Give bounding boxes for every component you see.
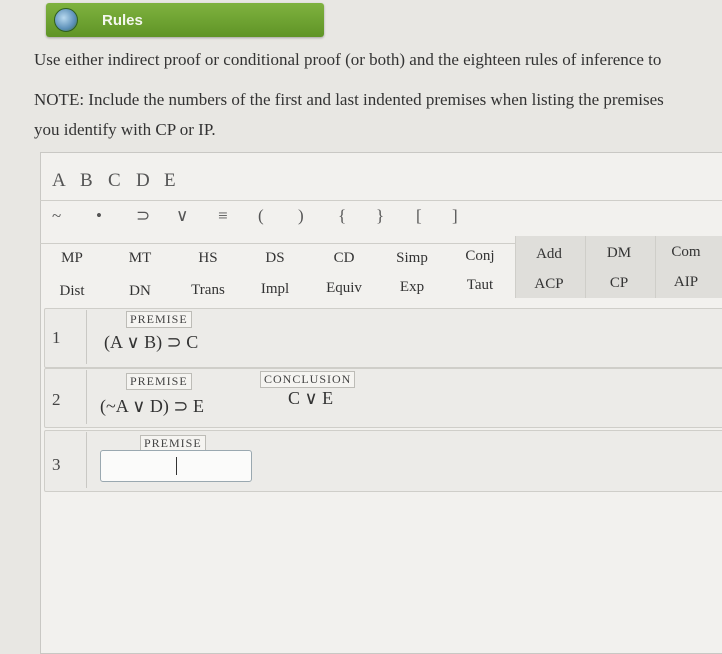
rule-button-impl[interactable]: Impl — [245, 281, 305, 298]
rules-label: Rules — [102, 11, 143, 29]
conclusion-formula: C ∨ E — [288, 388, 334, 408]
rule-button-ds[interactable]: DS — [245, 250, 305, 267]
rule-button-mp[interactable]: MP — [42, 250, 102, 267]
symbol-triple-bar-button[interactable]: ≡ — [218, 206, 228, 226]
variable-button-b[interactable]: B — [80, 170, 108, 192]
symbol-wedge-button[interactable]: ∨ — [176, 206, 188, 226]
rule-button-cp[interactable]: CP — [589, 275, 649, 292]
symbol-close-paren-button[interactable]: ) — [298, 206, 304, 226]
rule-button-conj[interactable]: Conj — [450, 248, 510, 265]
rule-button-aip[interactable]: AIP — [656, 274, 716, 291]
variable-button-c[interactable]: C — [108, 170, 136, 192]
formula-line-2[interactable]: (~A ∨ D) ⊃ E — [100, 396, 204, 417]
note-text-continued: you identify with CP or IP. — [34, 120, 216, 139]
line-number-2: 2 — [52, 390, 61, 409]
formula-input-line-3[interactable] — [100, 450, 252, 482]
line-number-1: 1 — [52, 328, 61, 347]
formula-line-1[interactable]: (A ∨ B) ⊃ C — [104, 332, 198, 353]
rule-button-add[interactable]: Add — [519, 246, 579, 263]
symbol-open-paren-button[interactable]: ( — [258, 206, 264, 226]
rule-button-dm[interactable]: DM — [589, 245, 649, 262]
rule-button-simp[interactable]: Simp — [382, 250, 442, 267]
symbol-open-bracket-button[interactable]: [ — [416, 206, 422, 226]
symbol-open-brace-button[interactable]: { — [338, 206, 346, 226]
rules-button[interactable]: Rules — [46, 3, 324, 37]
symbol-close-bracket-button[interactable]: ] — [452, 206, 458, 226]
rule-button-equiv[interactable]: Equiv — [314, 280, 374, 297]
symbol-tilde-button[interactable]: ~ — [52, 206, 61, 226]
rule-button-taut[interactable]: Taut — [450, 277, 510, 294]
rule-button-mt[interactable]: MT — [110, 250, 170, 267]
text-cursor — [176, 457, 177, 475]
variable-toolbar: A B C D E — [52, 170, 192, 192]
line-number-3: 3 — [52, 455, 61, 474]
rule-button-dist[interactable]: Dist — [42, 283, 102, 300]
variable-button-a[interactable]: A — [52, 170, 80, 192]
premise-tag-2: PREMISE — [126, 373, 192, 390]
rule-button-com[interactable]: Com — [656, 244, 716, 261]
symbol-horseshoe-button[interactable]: ⊃ — [136, 206, 150, 226]
variable-button-e[interactable]: E — [164, 170, 192, 192]
instructions-text: Use either indirect proof or conditional… — [34, 50, 662, 69]
rule-button-cd[interactable]: CD — [314, 250, 374, 267]
note-text: NOTE: Include the numbers of the first a… — [34, 90, 664, 109]
symbol-close-brace-button[interactable]: } — [376, 206, 384, 226]
rule-button-hs[interactable]: HS — [178, 250, 238, 267]
rule-button-trans[interactable]: Trans — [178, 282, 238, 299]
premise-tag-1: PREMISE — [126, 311, 192, 328]
rule-button-exp[interactable]: Exp — [382, 279, 442, 296]
rule-button-acp[interactable]: ACP — [519, 276, 579, 293]
globe-icon — [54, 8, 78, 32]
variable-button-d[interactable]: D — [136, 170, 164, 192]
symbol-dot-button[interactable]: • — [96, 206, 102, 226]
rule-button-dn[interactable]: DN — [110, 283, 170, 300]
conclusion-tag: CONCLUSION — [260, 371, 356, 388]
